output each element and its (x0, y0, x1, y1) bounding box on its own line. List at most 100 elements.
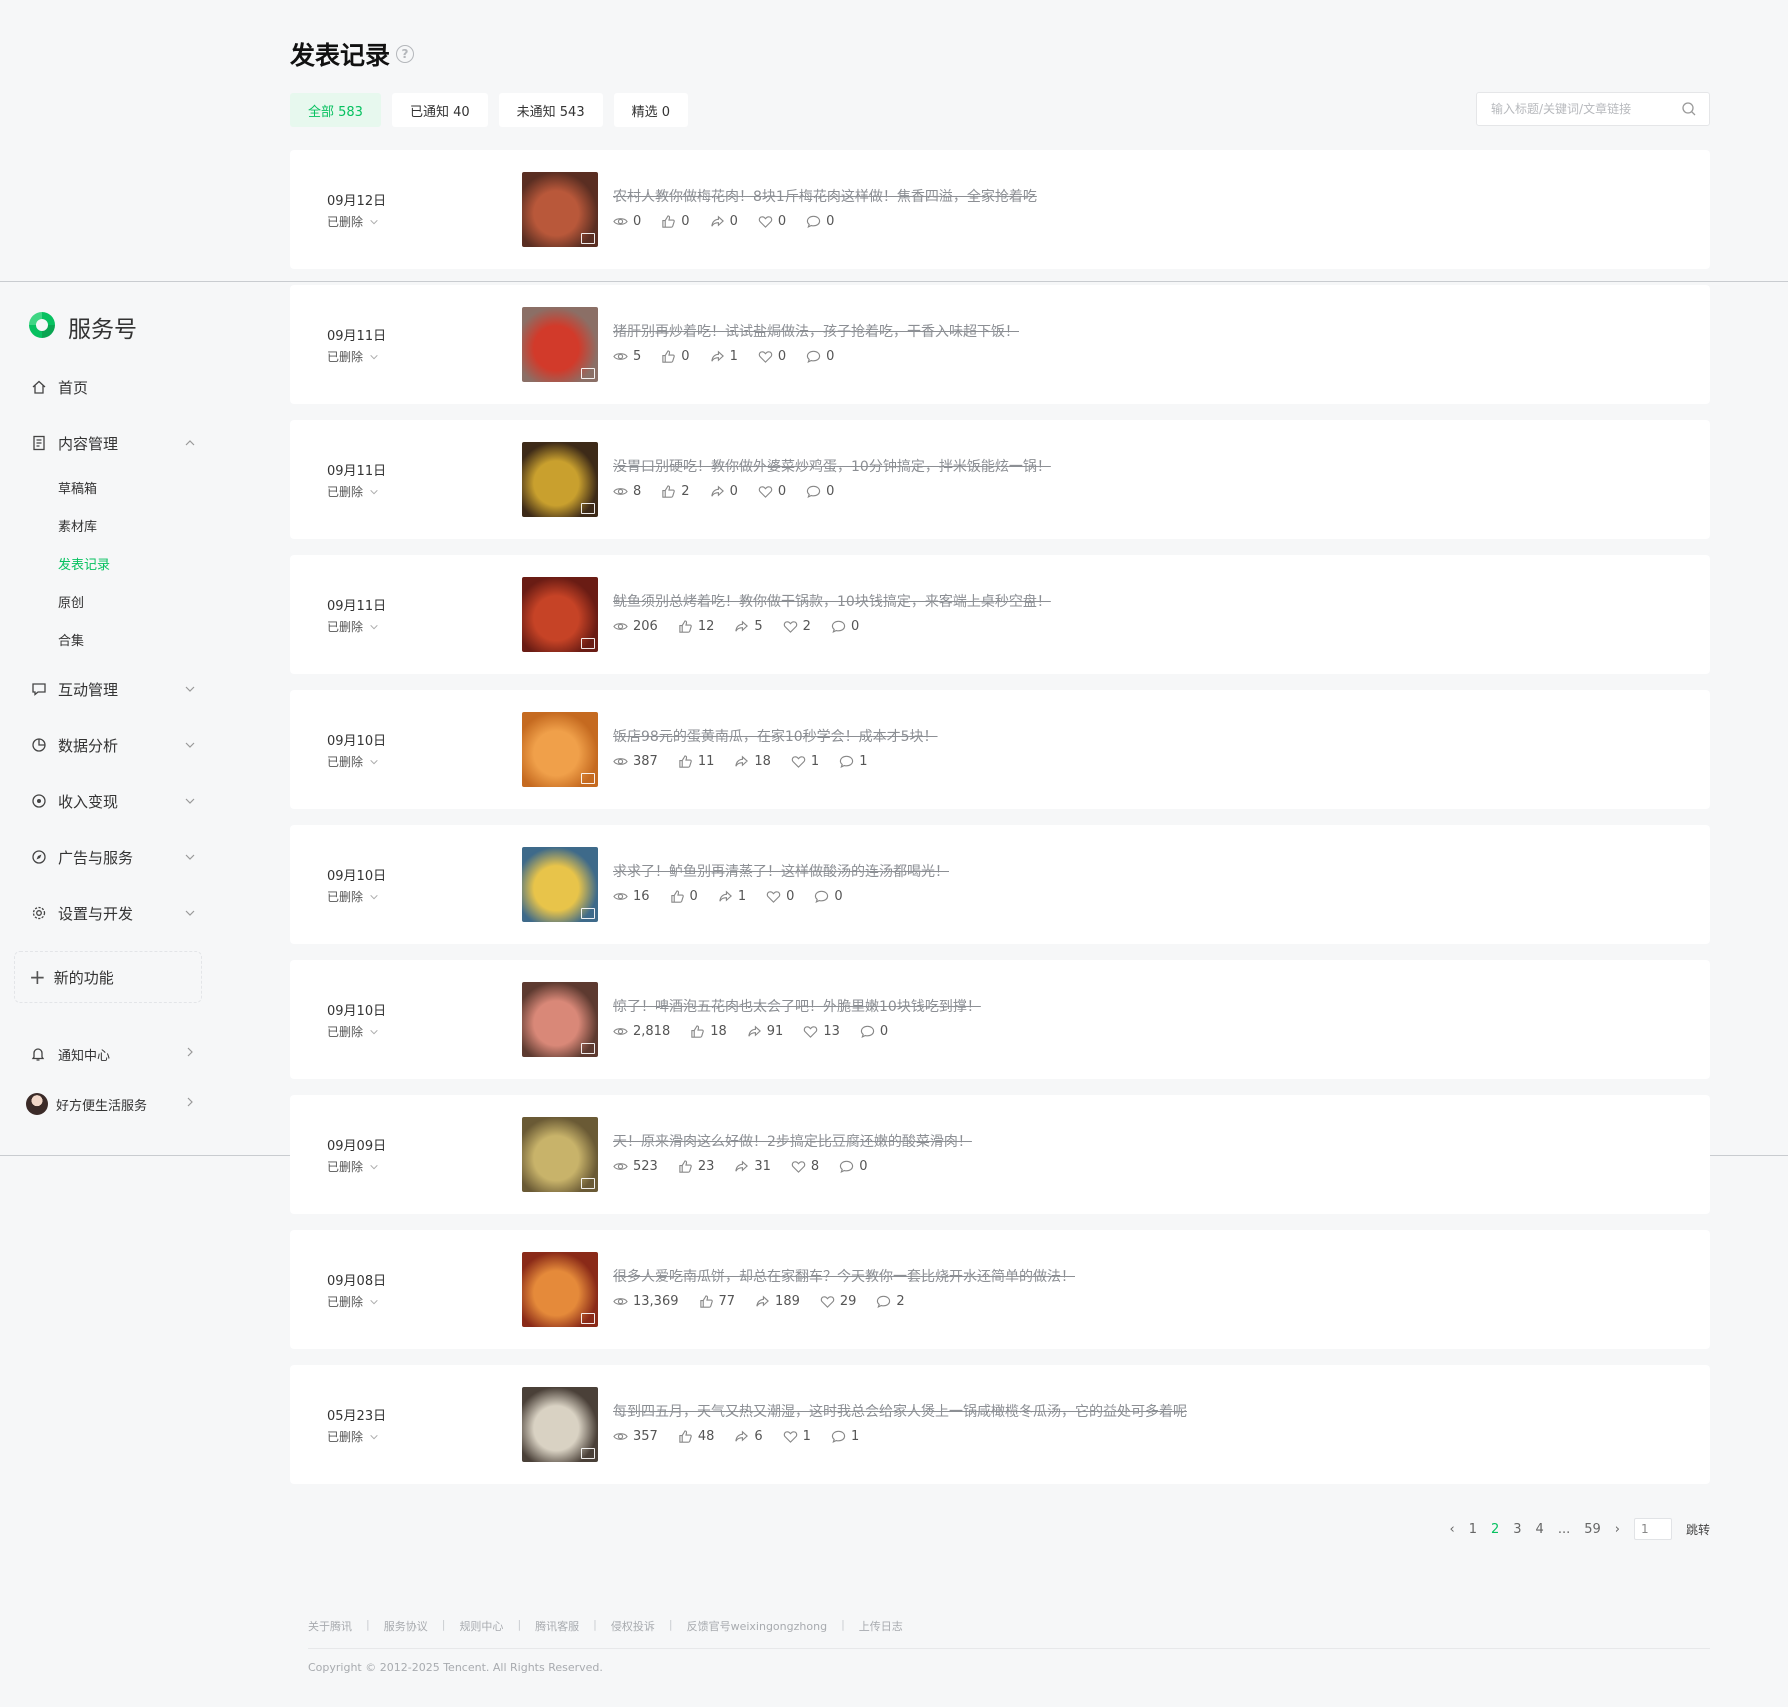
article-row[interactable]: 09月09日 已删除 天！原来滑肉这么好做！2步搞定比豆腐还嫩的酸菜滑肉！ 52… (290, 1095, 1710, 1214)
stat-value: 0 (834, 889, 843, 904)
status-dropdown[interactable]: 已删除 (327, 1023, 379, 1040)
footer-link[interactable]: 规则中心 (459, 1618, 503, 1634)
compass-icon (30, 848, 48, 866)
footer-link[interactable]: 侵权投诉 (611, 1618, 655, 1634)
search-input[interactable] (1477, 102, 1667, 116)
status-dropdown[interactable]: 已删除 (327, 1293, 379, 1310)
sidebar-subitem-original[interactable]: 原创 (14, 585, 210, 623)
tab-notified[interactable]: 已通知 40 (391, 93, 488, 127)
new-feature-button[interactable]: + 新的功能 (14, 951, 202, 1003)
article-thumbnail[interactable] (522, 442, 598, 517)
article-row[interactable]: 09月12日 已删除 农村人教你做梅花肉！8块1斤梅花肉这样做！焦香四溢，全家抢… (290, 150, 1710, 269)
status-dropdown[interactable]: 已删除 (327, 1428, 379, 1445)
status-dropdown[interactable]: 已删除 (327, 1158, 379, 1175)
sidebar-item-interaction[interactable]: 互动管理 (14, 661, 210, 717)
avatar (26, 1093, 48, 1115)
article-row[interactable]: 09月08日 已删除 很多人爱吃南瓜饼，却总在家翻车？今天教你一套比烧开水还简单… (290, 1230, 1710, 1349)
article-row[interactable]: 09月11日 已删除 鱿鱼须别总烤着吃！教你做干锅款，10块钱搞定，来客端上桌秒… (290, 555, 1710, 674)
account-item[interactable]: 好方便生活服务 (14, 1079, 210, 1129)
status-dropdown[interactable]: 已删除 (327, 213, 379, 230)
article-title[interactable]: 很多人爱吃南瓜饼，却总在家翻车？今天教你一套比烧开水还简单的做法！ (613, 1266, 1075, 1286)
article-title[interactable]: 没胃口别硬吃！教你做外婆菜炒鸡蛋，10分钟搞定，拌米饭能炫一锅！ (613, 456, 1051, 476)
footer-link[interactable]: 关于腾讯 (308, 1618, 352, 1634)
article-title[interactable]: 猪肝别再炒着吃！试试盐焗做法，孩子抢着吃，干香入味超下饭！ (613, 321, 1019, 341)
article-stats: 357 48 6 1 1 (613, 1429, 859, 1444)
page-jump-input[interactable] (1633, 1518, 1672, 1540)
footer-link[interactable]: 腾讯客服 (535, 1618, 579, 1634)
search-icon[interactable] (1681, 101, 1697, 121)
new-feature-label: 新的功能 (53, 968, 114, 987)
footer-link[interactable]: 反馈官号weixingongzhong (687, 1618, 827, 1634)
article-row[interactable]: 09月11日 已删除 猪肝别再炒着吃！试试盐焗做法，孩子抢着吃，干香入味超下饭！… (290, 285, 1710, 404)
page-jump-button[interactable]: 跳转 (1686, 1521, 1710, 1538)
home-icon (30, 378, 48, 396)
sidebar-subitem-collections[interactable]: 合集 (14, 623, 210, 661)
article-thumbnail[interactable] (522, 1252, 598, 1327)
status-dropdown[interactable]: 已删除 (327, 483, 379, 500)
article-thumbnail[interactable] (522, 847, 598, 922)
views-count: 5 (613, 349, 641, 364)
article-thumbnail[interactable] (522, 712, 598, 787)
article-title[interactable]: 每到四五月，天气又热又潮湿，这时我总会给家人煲上一锅咸橄榄冬瓜汤，它的益处可多着… (613, 1401, 1187, 1421)
chevron-down-icon (184, 681, 196, 699)
article-row[interactable]: 09月10日 已删除 惊了！啤酒泡五花肉也太会了吧！外脆里嫩10块钱吃到撑！ 2… (290, 960, 1710, 1079)
thumbs-up-icon (670, 889, 685, 904)
tab-featured[interactable]: 精选 0 (613, 93, 688, 127)
article-title[interactable]: 求求了！鲈鱼别再清蒸了！这样做酸汤的连汤都喝光！ (613, 861, 949, 881)
status-dropdown[interactable]: 已删除 (327, 888, 379, 905)
footer-link[interactable]: 服务协议 (384, 1618, 428, 1634)
brand[interactable]: 服务号 (14, 305, 210, 349)
sidebar-subitem-drafts[interactable]: 草稿箱 (14, 471, 210, 509)
stat-value: 2 (681, 484, 690, 499)
next-page-button[interactable]: › (1615, 1522, 1620, 1537)
sidebar-item-ads[interactable]: 广告与服务 (14, 829, 210, 885)
page-link[interactable]: 1 (1469, 1522, 1477, 1537)
sidebar-item-content[interactable]: 内容管理 (14, 415, 210, 471)
article-title[interactable]: 鱿鱼须别总烤着吃！教你做干锅款，10块钱搞定，来客端上桌秒空盘！ (613, 591, 1051, 611)
sidebar-item-home[interactable]: 首页 (14, 359, 210, 415)
status-dropdown[interactable]: 已删除 (327, 753, 379, 770)
article-title[interactable]: 天！原来滑肉这么好做！2步搞定比豆腐还嫩的酸菜滑肉！ (613, 1131, 972, 1151)
article-row[interactable]: 05月23日 已删除 每到四五月，天气又热又潮湿，这时我总会给家人煲上一锅咸橄榄… (290, 1365, 1710, 1484)
image-icon (581, 908, 595, 919)
shares-count: 189 (755, 1294, 800, 1309)
likes-count: 12 (678, 619, 714, 634)
article-thumbnail[interactable] (522, 1387, 598, 1462)
heart-icon (783, 1429, 798, 1444)
article-title[interactable]: 饭店98元的蛋黄南瓜，在家10秒学会！成本才5块！ (613, 726, 938, 746)
sidebar-nav: 首页 内容管理 草稿箱 素材库 发表记录 原创 合集 互动管理 数据分析 收入变… (14, 359, 210, 1129)
article-thumbnail[interactable] (522, 577, 598, 652)
article-thumbnail[interactable] (522, 307, 598, 382)
comment-icon (839, 754, 854, 769)
shares-count: 1 (710, 349, 738, 364)
favorites-count: 0 (758, 214, 786, 229)
sidebar-item-revenue[interactable]: 收入变现 (14, 773, 210, 829)
page-link[interactable]: 4 (1536, 1522, 1544, 1537)
status-dropdown[interactable]: 已删除 (327, 618, 379, 635)
article-title[interactable]: 惊了！啤酒泡五花肉也太会了吧！外脆里嫩10块钱吃到撑！ (613, 996, 981, 1016)
article-thumbnail[interactable] (522, 982, 598, 1057)
article-row[interactable]: 09月11日 已删除 没胃口别硬吃！教你做外婆菜炒鸡蛋，10分钟搞定，拌米饭能炫… (290, 420, 1710, 539)
prev-page-button[interactable]: ‹ (1450, 1522, 1455, 1537)
tab-not-notified[interactable]: 未通知 543 (498, 93, 603, 127)
article-thumbnail[interactable] (522, 1117, 598, 1192)
page-link[interactable]: 59 (1584, 1522, 1601, 1537)
footer-link[interactable]: 上传日志 (859, 1618, 903, 1634)
article-stats: 8 2 0 0 0 (613, 484, 834, 499)
help-icon[interactable]: ? (396, 45, 415, 63)
page-link-current[interactable]: 2 (1491, 1522, 1499, 1537)
tab-all[interactable]: 全部 583 (290, 93, 381, 127)
article-row[interactable]: 09月10日 已删除 求求了！鲈鱼别再清蒸了！这样做酸汤的连汤都喝光！ 16 0 1… (290, 825, 1710, 944)
sidebar-item-settings[interactable]: 设置与开发 (14, 885, 210, 941)
sidebar-subitem-publish-records[interactable]: 发表记录 (14, 547, 210, 585)
article-row[interactable]: 09月10日 已删除 饭店98元的蛋黄南瓜，在家10秒学会！成本才5块！ 387… (290, 690, 1710, 809)
status-dropdown[interactable]: 已删除 (327, 348, 379, 365)
page-link[interactable]: 3 (1513, 1522, 1521, 1537)
article-thumbnail[interactable] (522, 172, 598, 247)
notification-center-item[interactable]: 通知中心 (14, 1029, 210, 1079)
eye-icon (613, 1024, 628, 1039)
chevron-down-icon (184, 849, 196, 867)
sidebar-item-analytics[interactable]: 数据分析 (14, 717, 210, 773)
article-title[interactable]: 农村人教你做梅花肉！8块1斤梅花肉这样做！焦香四溢，全家抢着吃 (613, 186, 1037, 206)
sidebar-subitem-materials[interactable]: 素材库 (14, 509, 210, 547)
